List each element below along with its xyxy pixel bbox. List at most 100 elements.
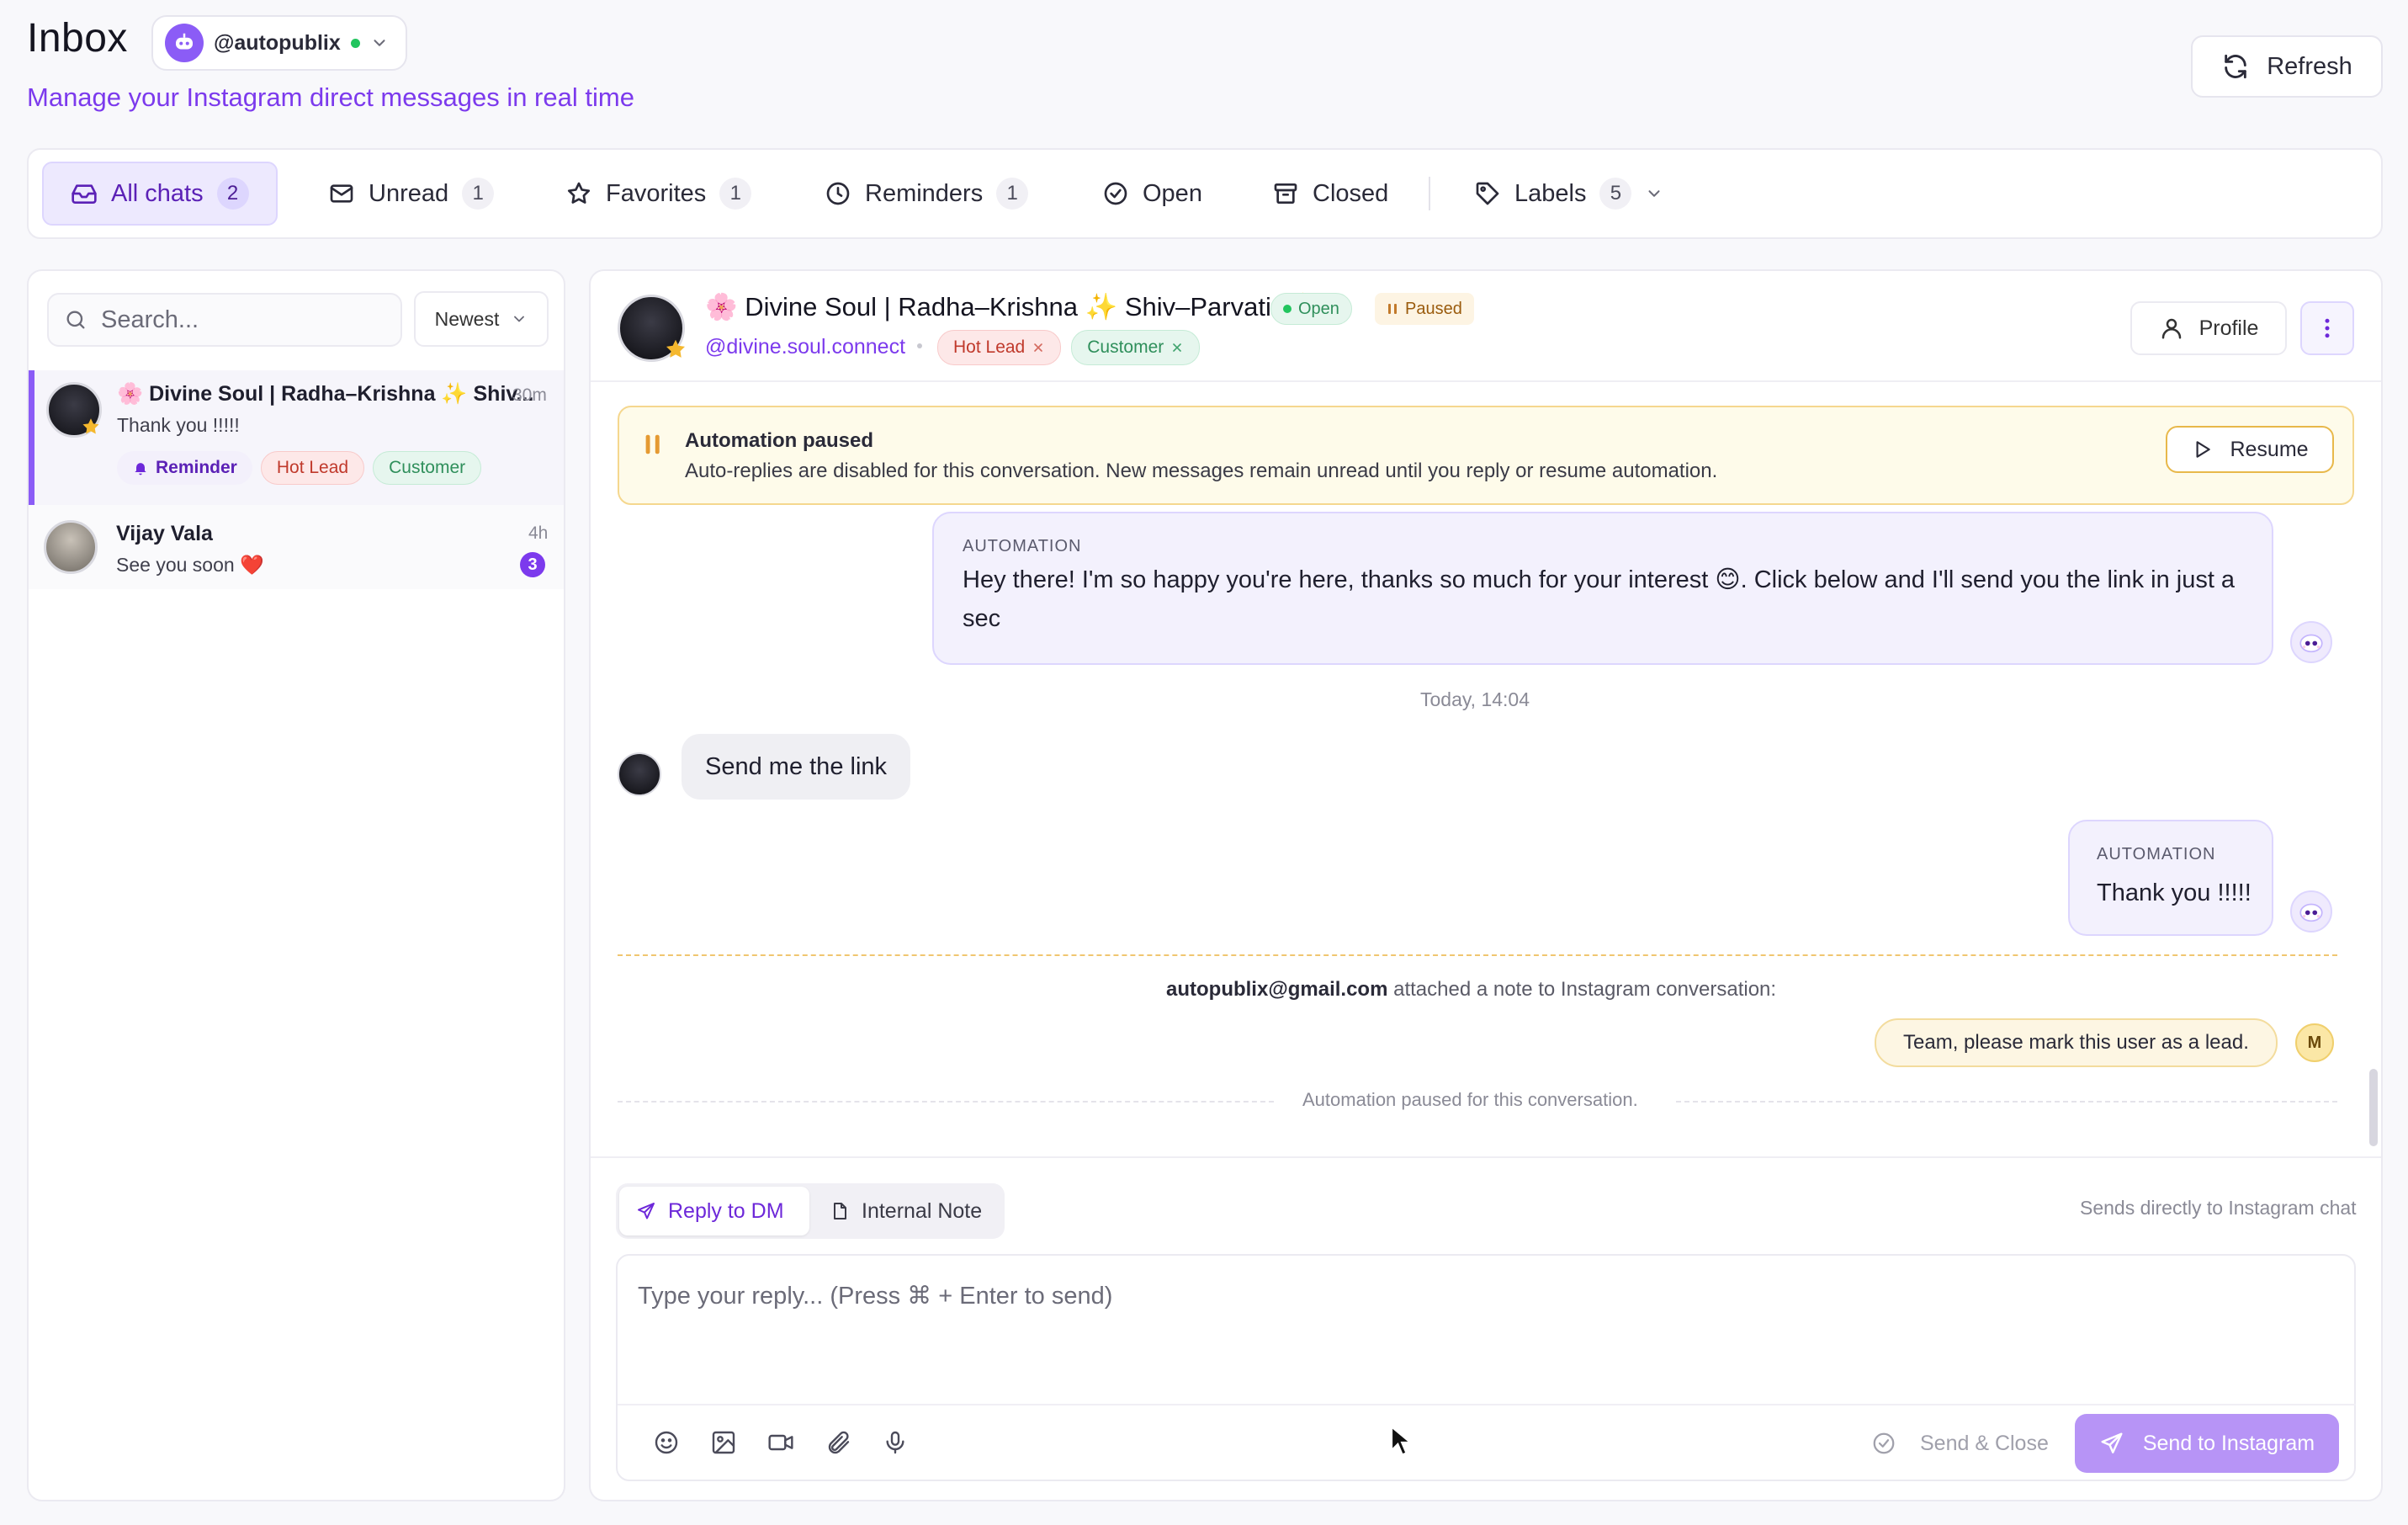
- send-to-instagram-button[interactable]: Send to Instagram: [2075, 1414, 2339, 1473]
- check-circle-icon: [1871, 1431, 1896, 1456]
- image-button[interactable]: [705, 1424, 742, 1461]
- chat-list-item[interactable]: Vijay Vala 4h See you soon ❤️ 3: [29, 505, 564, 589]
- tab-label: Unread: [369, 179, 449, 207]
- resume-button[interactable]: Resume: [2166, 426, 2334, 473]
- tab-count: 2: [216, 178, 249, 210]
- customer-tag: Customer: [373, 451, 482, 485]
- chat-list-item[interactable]: 🌸 Divine Soul | Radha–Krishna ✨ Shiv... …: [29, 370, 564, 505]
- favorite-star-icon: [80, 416, 102, 438]
- conversation-header: [591, 271, 2381, 382]
- tab-label: Open: [1143, 179, 1202, 207]
- star-icon: [565, 180, 592, 207]
- favorite-star-icon[interactable]: [663, 337, 688, 362]
- chevron-down-icon: [370, 34, 389, 52]
- more-vertical-icon: [2315, 316, 2340, 341]
- tag-icon: [1474, 180, 1501, 207]
- internal-note: Team, please mark this user as a lead.: [1875, 1018, 2278, 1067]
- search-input[interactable]: [101, 306, 370, 334]
- mouse-cursor-icon: [1390, 1426, 1412, 1456]
- divider: [1676, 1101, 2337, 1103]
- check-circle-icon: [1102, 180, 1129, 207]
- refresh-button[interactable]: Refresh: [2191, 35, 2383, 98]
- chat-time: 4h: [528, 523, 549, 543]
- bot-face-icon: [2299, 634, 2323, 653]
- status-badge-paused: Paused: [1375, 293, 1474, 325]
- message-text-line-1: Hey there! I'm so happy you're here, tha…: [963, 566, 2236, 593]
- internal-note-tab[interactable]: Internal Note: [813, 1187, 1001, 1235]
- separator-dot: [917, 343, 922, 348]
- emoji-button[interactable]: [648, 1424, 685, 1461]
- online-status-dot: [350, 38, 360, 48]
- bot-avatar: [2290, 621, 2332, 663]
- tab-favorites[interactable]: Favorites 1: [538, 162, 778, 226]
- tab-reminders[interactable]: Reminders 1: [798, 162, 1055, 226]
- send-icon: [2099, 1431, 2124, 1456]
- tab-closed[interactable]: Closed: [1245, 162, 1415, 226]
- microphone-icon: [882, 1429, 909, 1456]
- send-and-close-button[interactable]: Send & Close: [1871, 1422, 2049, 1464]
- tag-label: Hot Lead: [953, 337, 1026, 357]
- chat-name: Vijay Vala: [116, 522, 213, 545]
- search-icon: [64, 308, 88, 332]
- search-box[interactable]: [47, 293, 402, 347]
- tab-label: Internal Note: [862, 1198, 983, 1223]
- divider: [618, 1101, 1274, 1103]
- message-text: Thank you !!!!!: [2097, 879, 2252, 906]
- close-icon[interactable]: [1032, 341, 1045, 354]
- chat-tags: Reminder Hot Lead Customer: [117, 451, 482, 485]
- user-icon: [2159, 316, 2184, 341]
- conversation-handle[interactable]: @divine.soul.connect: [705, 335, 905, 359]
- chevron-down-icon: [511, 311, 528, 327]
- tab-labels[interactable]: Labels 5: [1447, 162, 1690, 226]
- attachment-icon: [825, 1429, 851, 1456]
- video-button[interactable]: [762, 1424, 799, 1461]
- microphone-button[interactable]: [877, 1424, 914, 1461]
- reminder-badge: Reminder: [117, 451, 252, 485]
- message-text-line-2: sec: [963, 605, 1001, 632]
- tab-label: Favorites: [606, 179, 707, 207]
- close-icon[interactable]: [1170, 341, 1184, 354]
- note-caption: autopublix@gmail.com attached a note to …: [1166, 978, 1776, 1002]
- message-label: AUTOMATION: [2097, 845, 2216, 863]
- tab-count: 1: [996, 178, 1029, 210]
- automation-paused-note: Automation paused for this conversation.: [1302, 1089, 1638, 1110]
- sort-dropdown[interactable]: Newest: [414, 291, 549, 347]
- filter-divider: [1429, 177, 1430, 210]
- note-caption-text: attached a note to Instagram conversatio…: [1387, 978, 1777, 1001]
- account-switcher[interactable]: @autopublix: [151, 15, 407, 71]
- tab-open[interactable]: Open: [1075, 162, 1229, 226]
- message-timestamp: Today, 14:04: [1420, 688, 1530, 710]
- composer-divider: [618, 1404, 2356, 1405]
- chat-preview: Thank you !!!!!: [117, 414, 240, 436]
- chat-time: 30m: [512, 385, 547, 405]
- chevron-down-icon: [1645, 184, 1663, 203]
- pause-icon: [1387, 302, 1398, 316]
- avatar: [44, 520, 98, 574]
- conversation-title: 🌸 Divine Soul | Radha–Krishna ✨ Shiv–Par…: [705, 292, 1312, 321]
- automation-paused-banner: Automation paused Auto-replies are disab…: [618, 406, 2354, 505]
- tag-label: Reminder: [156, 458, 237, 477]
- tab-label: Closed: [1313, 179, 1389, 207]
- reply-textarea[interactable]: [638, 1281, 2320, 1382]
- unread-badge: 3: [520, 552, 545, 577]
- scrollbar-thumb[interactable]: [2369, 1069, 2378, 1146]
- resume-label: Resume: [2230, 437, 2309, 461]
- bot-face-icon: [2299, 903, 2323, 922]
- automation-message: AUTOMATION Thank you !!!!!: [2068, 820, 2273, 936]
- tab-unread[interactable]: Unread 1: [301, 162, 521, 226]
- tab-all-chats[interactable]: All chats 2: [42, 162, 278, 226]
- composer-hint: Sends directly to Instagram chat: [2080, 1197, 2357, 1219]
- note-icon: [830, 1201, 850, 1221]
- refresh-icon: [2221, 52, 2250, 81]
- chat-list-panel: Newest 🌸 Divine Soul | Radha–Krishna ✨ S…: [27, 269, 565, 1501]
- hot-lead-tag: Hot Lead: [937, 330, 1062, 365]
- chat-preview: See you soon ❤️: [116, 554, 264, 576]
- tab-count: 1: [719, 178, 752, 210]
- reply-to-dm-tab[interactable]: Reply to DM: [619, 1187, 809, 1235]
- refresh-label: Refresh: [2267, 52, 2352, 80]
- more-options-button[interactable]: [2300, 301, 2354, 355]
- hot-lead-tag: Hot Lead: [260, 451, 365, 485]
- attachment-button[interactable]: [819, 1424, 857, 1461]
- profile-button[interactable]: Profile: [2130, 301, 2287, 355]
- bot-avatar: [2290, 890, 2332, 933]
